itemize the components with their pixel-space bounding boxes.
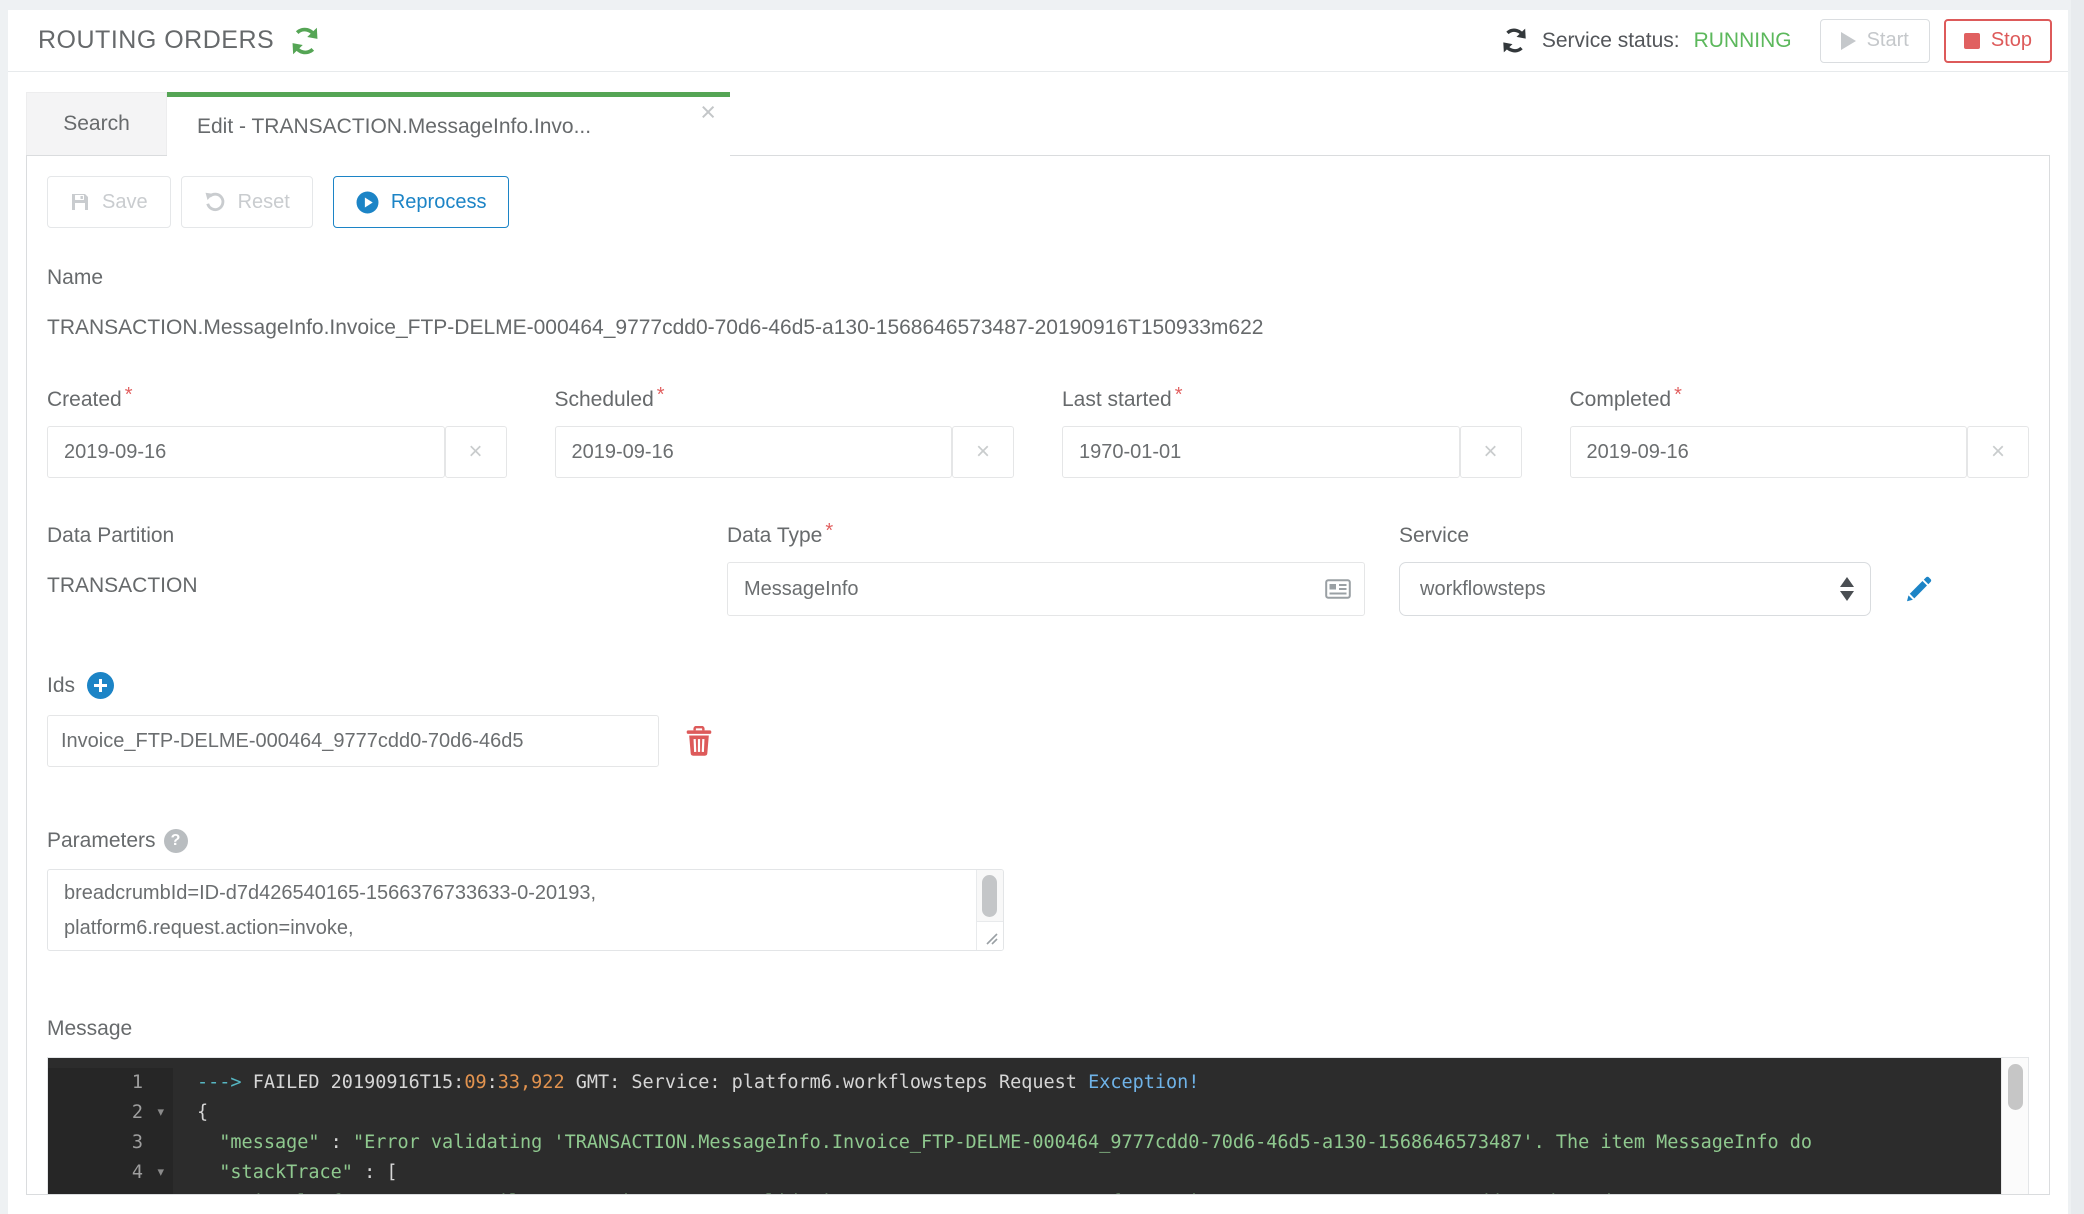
- play-circle-icon: [356, 191, 379, 214]
- parameters-label: Parameters: [47, 829, 156, 853]
- required-mark: *: [657, 384, 665, 406]
- fold-arrow-icon[interactable]: ▾: [157, 1158, 164, 1188]
- created-label: Created: [47, 388, 122, 411]
- created-field: Created* ×: [47, 388, 507, 478]
- service-status-group: Service status: RUNNING Start Stop: [1501, 19, 2052, 63]
- required-mark: *: [125, 384, 133, 406]
- service-label: Service: [1399, 524, 2029, 548]
- clear-created-button[interactable]: ×: [445, 426, 507, 478]
- data-type-input[interactable]: [727, 562, 1365, 616]
- reset-button-label: Reset: [238, 191, 290, 214]
- clear-completed-button[interactable]: ×: [1967, 426, 2029, 478]
- completed-field: Completed* ×: [1570, 388, 2030, 478]
- toolbar: Save Reset: [47, 176, 2029, 228]
- card-header: ROUTING ORDERS: [8, 10, 2068, 72]
- parameters-section: Parameters ? breadcrumbId=ID-d7d42654016…: [47, 829, 2029, 951]
- parameters-scrollbar[interactable]: [976, 870, 1003, 921]
- edit-panel: Save Reset: [26, 155, 2050, 1195]
- routing-orders-page: ROUTING ORDERS: [0, 0, 2084, 1214]
- refresh-icon[interactable]: [290, 26, 320, 56]
- scheduled-input[interactable]: [555, 426, 953, 478]
- edit-pencil-icon[interactable]: [1903, 573, 1935, 605]
- add-id-icon[interactable]: [87, 672, 114, 699]
- name-label: Name: [47, 266, 2029, 290]
- code-line: 1---> FAILED 20190916T15:09:33,922 GMT: …: [48, 1068, 2001, 1098]
- parameters-textarea[interactable]: breadcrumbId=ID-d7d426540165-15663767336…: [47, 869, 1004, 951]
- reprocess-button-label: Reprocess: [391, 191, 487, 214]
- tab-edit[interactable]: Edit - TRANSACTION.MessageInfo.Invo... ×: [167, 92, 730, 156]
- code-scrollbar[interactable]: [2001, 1058, 2028, 1195]
- reprocess-button[interactable]: Reprocess: [333, 176, 510, 228]
- stop-icon: [1964, 33, 1980, 49]
- code-line: 3 "message" : "Error validating 'TRANSAC…: [48, 1128, 2001, 1158]
- save-button[interactable]: Save: [47, 176, 171, 228]
- fold-arrow-icon[interactable]: ▾: [157, 1098, 164, 1128]
- message-label: Message: [47, 1017, 2029, 1041]
- ids-section: Ids: [47, 672, 2029, 767]
- tab-bar: Search Edit - TRANSACTION.MessageInfo.In…: [26, 92, 2050, 155]
- data-partition-label: Data Partition: [47, 524, 727, 548]
- required-mark: *: [825, 520, 833, 542]
- scheduled-label: Scheduled: [555, 388, 654, 411]
- data-partition-value: TRANSACTION: [47, 574, 727, 598]
- name-section: Name TRANSACTION.MessageInfo.Invoice_FTP…: [47, 266, 2029, 340]
- start-button-label: Start: [1867, 29, 1909, 52]
- code-line: 2▾{: [48, 1098, 2001, 1128]
- trash-icon[interactable]: [685, 726, 713, 756]
- reset-button[interactable]: Reset: [181, 176, 313, 228]
- required-mark: *: [1175, 384, 1183, 406]
- required-mark: *: [1674, 384, 1682, 406]
- clear-last-started-button[interactable]: ×: [1460, 426, 1522, 478]
- last-started-input[interactable]: [1062, 426, 1460, 478]
- parameters-scroll-thumb[interactable]: [982, 875, 997, 917]
- data-row: Data Partition TRANSACTION Data Type*: [47, 524, 2029, 616]
- close-icon[interactable]: ×: [700, 99, 716, 126]
- parameters-value: breadcrumbId=ID-d7d426540165-15663767336…: [48, 870, 1003, 950]
- id-input[interactable]: [47, 715, 659, 767]
- scheduled-field: Scheduled* ×: [555, 388, 1015, 478]
- status-refresh-icon[interactable]: [1501, 27, 1528, 54]
- resize-grip-icon[interactable]: [976, 921, 1003, 950]
- select-arrows-icon: [1840, 577, 1854, 601]
- message-code: 1---> FAILED 20190916T15:09:33,922 GMT: …: [47, 1057, 2029, 1195]
- dates-grid: Created* × Scheduled* × Last started*: [47, 388, 2029, 478]
- stop-button-label: Stop: [1991, 29, 2032, 52]
- last-started-label: Last started: [1062, 388, 1172, 411]
- created-input[interactable]: [47, 426, 445, 478]
- service-status-value: RUNNING: [1694, 29, 1792, 53]
- name-value: TRANSACTION.MessageInfo.Invoice_FTP-DELM…: [47, 316, 2029, 340]
- page-title: ROUTING ORDERS: [38, 26, 274, 55]
- help-icon[interactable]: ?: [164, 829, 188, 853]
- code-scroll-thumb[interactable]: [2008, 1064, 2023, 1110]
- data-partition-field: Data Partition TRANSACTION: [47, 524, 727, 616]
- service-field: Service workflowsteps: [1399, 524, 2029, 616]
- save-icon: [70, 192, 90, 212]
- tab-search[interactable]: Search: [26, 92, 167, 155]
- service-status-label: Service status:: [1542, 29, 1680, 53]
- data-type-label: Data Type: [727, 524, 822, 547]
- page-scrollbar[interactable]: [2071, 0, 2084, 1214]
- vcard-icon[interactable]: [1325, 576, 1351, 602]
- main-card: ROUTING ORDERS: [8, 10, 2068, 1214]
- message-section: Message 1---> FAILED 20190916T15:09:33,9…: [47, 1017, 2029, 1195]
- undo-icon: [204, 191, 226, 213]
- start-button[interactable]: Start: [1820, 19, 1930, 63]
- code-lines: 1---> FAILED 20190916T15:09:33,922 GMT: …: [48, 1058, 2001, 1195]
- code-line: 5 "io.platform6.common.util.P6Exception:…: [48, 1188, 2001, 1195]
- code-line: 4▾ "stackTrace" : [: [48, 1158, 2001, 1188]
- tab-edit-label: Edit - TRANSACTION.MessageInfo.Invo...: [197, 115, 591, 139]
- data-type-field: Data Type*: [727, 524, 1399, 616]
- stop-button[interactable]: Stop: [1944, 19, 2052, 63]
- completed-label: Completed: [1570, 388, 1672, 411]
- service-select-value: workflowsteps: [1420, 578, 1546, 601]
- last-started-field: Last started* ×: [1062, 388, 1522, 478]
- clear-scheduled-button[interactable]: ×: [952, 426, 1014, 478]
- save-button-label: Save: [102, 191, 148, 214]
- completed-input[interactable]: [1570, 426, 1968, 478]
- ids-label: Ids: [47, 674, 75, 698]
- service-select[interactable]: workflowsteps: [1399, 562, 1871, 616]
- play-icon: [1841, 32, 1856, 50]
